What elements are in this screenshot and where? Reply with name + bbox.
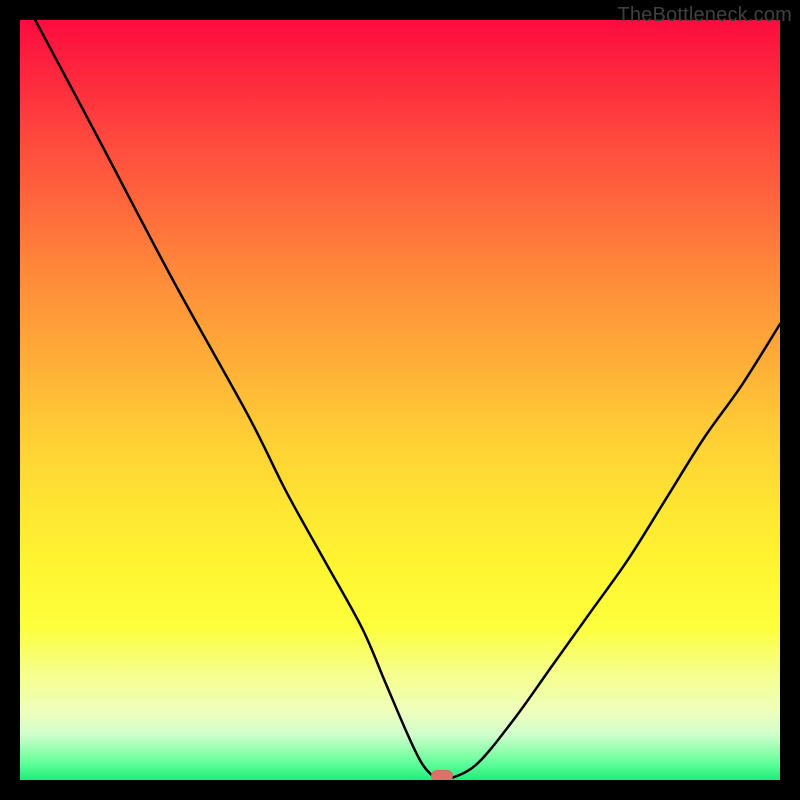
credit-text: TheBottleneck.com — [617, 4, 792, 27]
chart-root: TheBottleneck.com — [0, 0, 800, 800]
optimal-marker — [431, 770, 453, 780]
bottleneck-curve — [20, 20, 780, 780]
curve-path — [35, 20, 780, 780]
plot-area — [20, 20, 780, 780]
